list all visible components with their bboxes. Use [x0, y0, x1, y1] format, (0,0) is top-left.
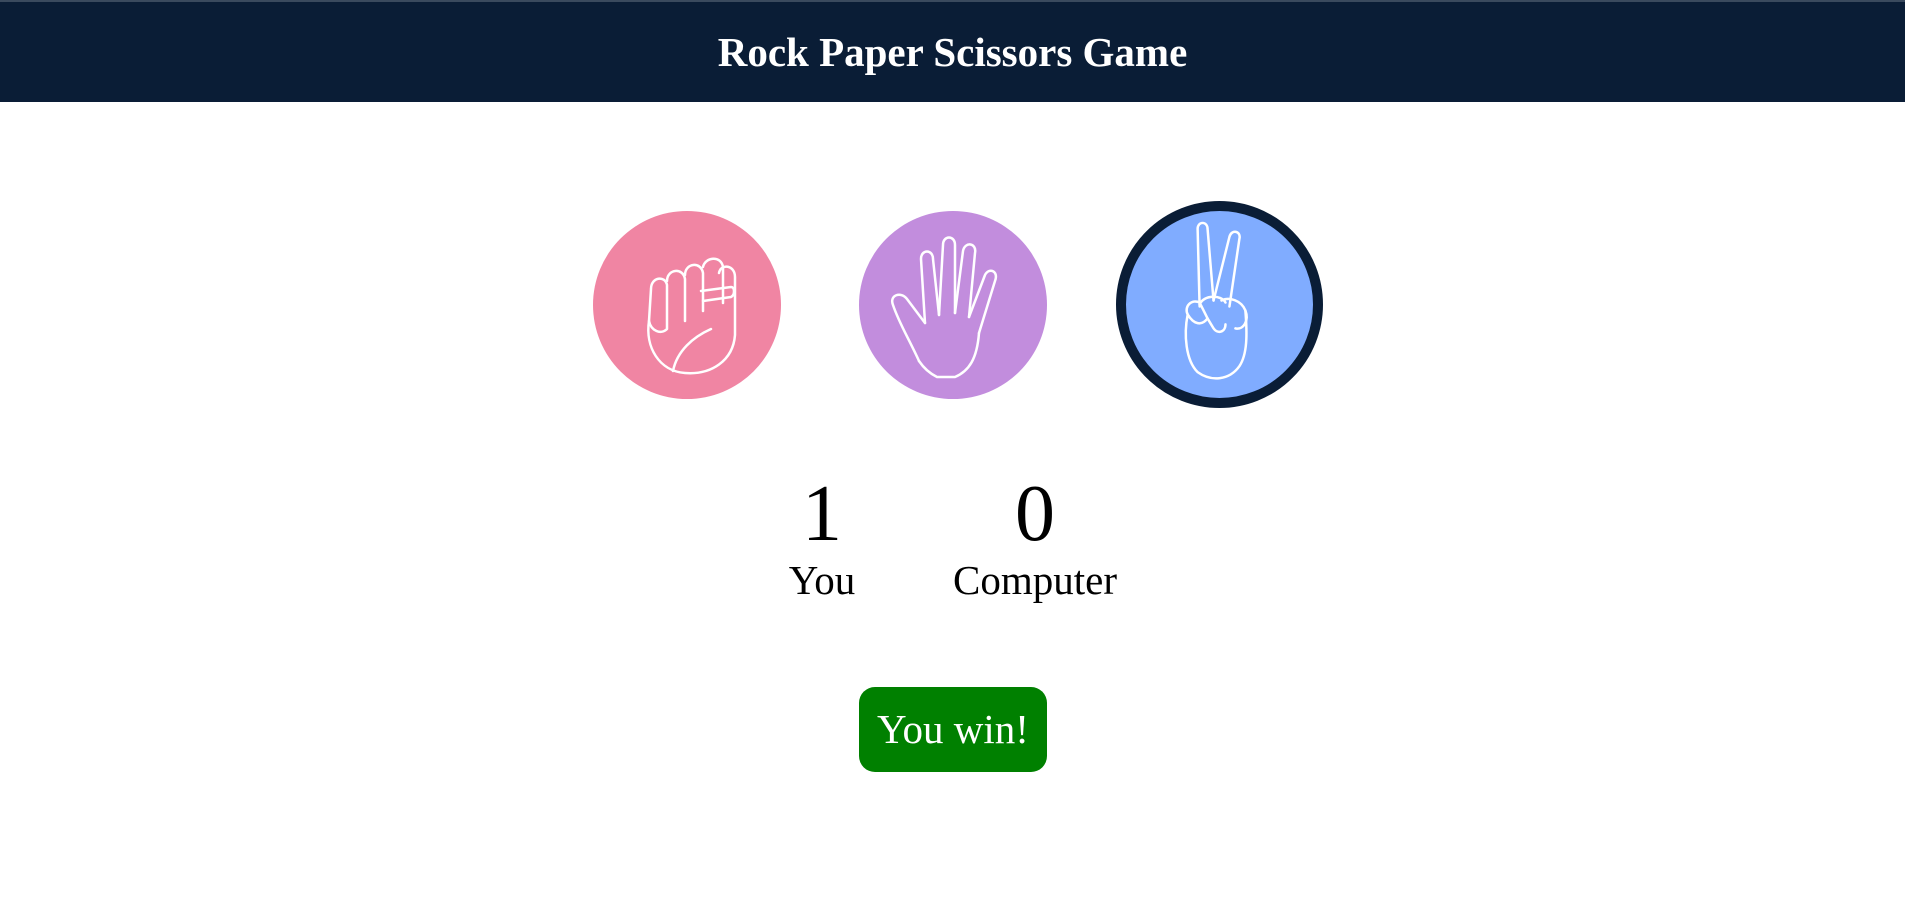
user-score-label: You	[788, 557, 856, 603]
user-score: 1 You	[772, 474, 872, 602]
header-bar: Rock Paper Scissors Game	[0, 0, 1905, 102]
victory-hand-icon	[1184, 221, 1248, 380]
user-score-value: 1	[802, 470, 842, 558]
page-title: Rock Paper Scissors Game	[717, 29, 1188, 75]
computer-score-value: 0	[1015, 470, 1055, 558]
fist-hand-icon	[647, 257, 737, 375]
scissors-choice-button[interactable]	[1116, 201, 1323, 408]
computer-score-label: Computer	[953, 557, 1117, 603]
result-message: You win!	[859, 687, 1047, 772]
open-palm-hand-icon	[890, 236, 998, 379]
rock-choice-button[interactable]	[593, 211, 781, 399]
paper-choice-button[interactable]	[859, 211, 1047, 399]
computer-score: 0 Computer	[930, 474, 1140, 602]
